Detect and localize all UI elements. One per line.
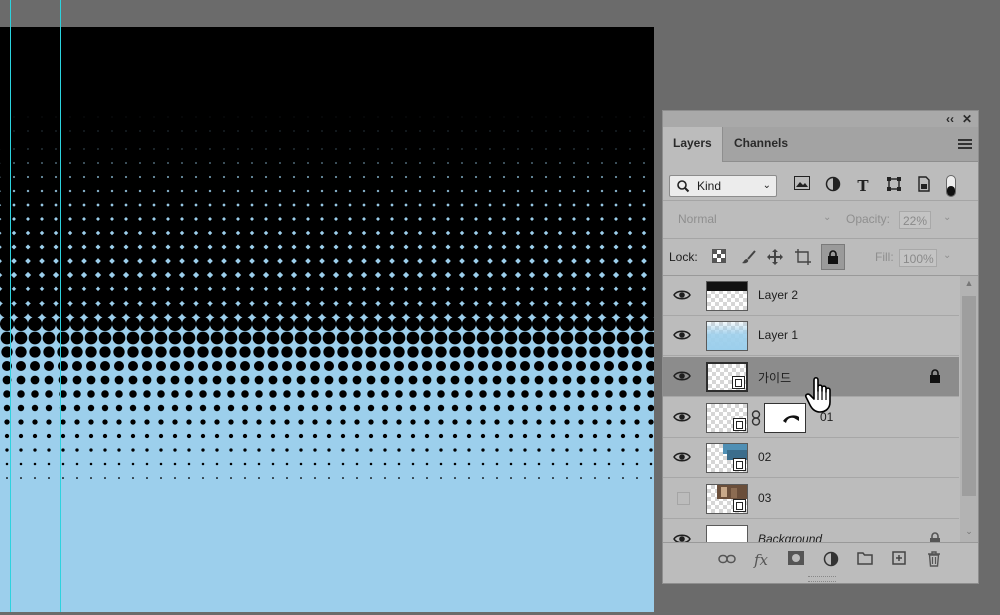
- eye-visibility-icon[interactable]: [673, 369, 691, 383]
- mask-link-icon[interactable]: [751, 410, 761, 426]
- adjustment-filter-icon[interactable]: [823, 176, 843, 196]
- hand-cursor-icon: [805, 376, 831, 413]
- tab-channels[interactable]: Channels: [724, 127, 798, 161]
- smart-object-icon: [733, 458, 746, 471]
- halftone-artwork: [0, 27, 661, 612]
- lock-label: Lock:: [669, 250, 698, 264]
- smart-object-filter-icon[interactable]: [914, 176, 934, 196]
- eye-visibility-icon[interactable]: [673, 328, 691, 342]
- vertical-guide[interactable]: [60, 0, 61, 612]
- scrollbar-thumb[interactable]: [962, 296, 976, 496]
- new-group-folder-icon[interactable]: [855, 551, 875, 569]
- link-layers-icon[interactable]: [717, 551, 737, 569]
- lock-artboard-icon[interactable]: [794, 249, 812, 267]
- panel-menu-icon[interactable]: [958, 139, 972, 151]
- lock-row: Lock: Fill: 100% ⌄: [663, 239, 978, 276]
- panel-header-bar: ‹‹ ✕: [663, 111, 978, 127]
- layer-thumbnail: [706, 484, 748, 514]
- close-panel-icon[interactable]: ✕: [962, 111, 972, 127]
- layer-lock-icon: [929, 369, 941, 386]
- layer-name[interactable]: 가이드: [758, 369, 791, 386]
- delete-layer-icon[interactable]: [924, 551, 944, 569]
- smart-object-icon: [733, 499, 746, 512]
- layer-row-03[interactable]: 03: [663, 479, 959, 519]
- visibility-toggle-off[interactable]: [677, 492, 690, 505]
- chevron-down-icon[interactable]: ⌄: [943, 250, 951, 261]
- filter-toggle-icon[interactable]: [946, 175, 956, 197]
- layer-name[interactable]: Layer 2: [758, 288, 798, 302]
- layer-thumbnail: [706, 403, 748, 433]
- type-filter-icon[interactable]: T: [853, 176, 873, 196]
- layer-thumbnail: [706, 525, 748, 542]
- layer-thumbnail: [706, 321, 748, 351]
- chevron-down-icon: ⌄: [762, 180, 771, 191]
- tab-layers[interactable]: Layers: [663, 127, 723, 162]
- layer-row-layer-2[interactable]: Layer 2: [663, 276, 959, 316]
- new-adjustment-layer-icon[interactable]: [821, 551, 841, 569]
- chevron-down-icon[interactable]: ⌄: [943, 212, 951, 223]
- layer-thumbnail: [706, 443, 748, 473]
- kind-filter-select[interactable]: Kind ⌄: [669, 175, 777, 197]
- panel-tab-bar: Layers Channels: [663, 127, 978, 162]
- eye-visibility-icon[interactable]: [673, 532, 691, 542]
- blend-mode-select[interactable]: Normal: [678, 212, 717, 226]
- layer-name[interactable]: 03: [758, 491, 771, 505]
- lock-image-pixels-icon[interactable]: [740, 249, 758, 267]
- fill-label: Fill:: [875, 250, 894, 264]
- eye-visibility-icon[interactable]: [673, 288, 691, 302]
- vertical-guide[interactable]: [10, 0, 11, 612]
- eye-visibility-icon[interactable]: [673, 450, 691, 464]
- shape-filter-icon[interactable]: [884, 176, 904, 196]
- chevron-down-icon: ⌄: [823, 212, 832, 223]
- layer-name[interactable]: Background: [758, 532, 822, 542]
- collapse-panel-icon[interactable]: ‹‹: [946, 111, 954, 127]
- layer-mask-thumbnail[interactable]: [764, 403, 806, 433]
- search-icon: [676, 176, 690, 202]
- layer-lock-icon: [929, 532, 941, 542]
- layers-panel: ‹‹ ✕ Layers Channels Kind ⌄ T Normal ⌄ O…: [662, 110, 979, 584]
- layers-bottom-toolbar: fx: [663, 542, 978, 577]
- fx-layer-style-icon[interactable]: fx: [751, 551, 771, 569]
- layer-thumbnail: [706, 281, 748, 311]
- opacity-label: Opacity:: [846, 212, 891, 226]
- opacity-input[interactable]: 22%: [899, 211, 931, 229]
- layers-scrollbar[interactable]: ▲ ⌄: [960, 276, 978, 542]
- scroll-down-icon[interactable]: ⌄: [960, 526, 978, 537]
- smart-object-icon: [732, 376, 745, 389]
- eye-visibility-icon[interactable]: [673, 410, 691, 424]
- panel-resize-grip[interactable]: [808, 576, 836, 582]
- layer-row-02[interactable]: 02: [663, 438, 959, 478]
- new-layer-icon[interactable]: [889, 551, 909, 569]
- lock-all-icon[interactable]: [821, 244, 845, 270]
- layer-row-background[interactable]: Background: [663, 520, 959, 542]
- image-filter-icon[interactable]: [792, 176, 812, 196]
- lock-transparent-pixels-icon[interactable]: [710, 249, 728, 267]
- layer-name[interactable]: Layer 1: [758, 328, 798, 342]
- layer-filter-row: Kind ⌄ T: [663, 162, 978, 201]
- scroll-up-icon[interactable]: ▲: [960, 278, 978, 288]
- kind-filter-value: Kind: [697, 179, 722, 193]
- smart-object-icon: [733, 418, 746, 431]
- layer-name[interactable]: 02: [758, 450, 771, 464]
- add-mask-icon[interactable]: [786, 551, 806, 569]
- layer-thumbnail: [706, 362, 748, 392]
- document-canvas[interactable]: [0, 27, 661, 612]
- fill-input[interactable]: 100%: [899, 249, 937, 267]
- lock-position-icon[interactable]: [766, 249, 784, 267]
- layer-row-layer-1[interactable]: Layer 1: [663, 316, 959, 356]
- blend-row: Normal ⌄ Opacity: 22% ⌄: [663, 202, 978, 239]
